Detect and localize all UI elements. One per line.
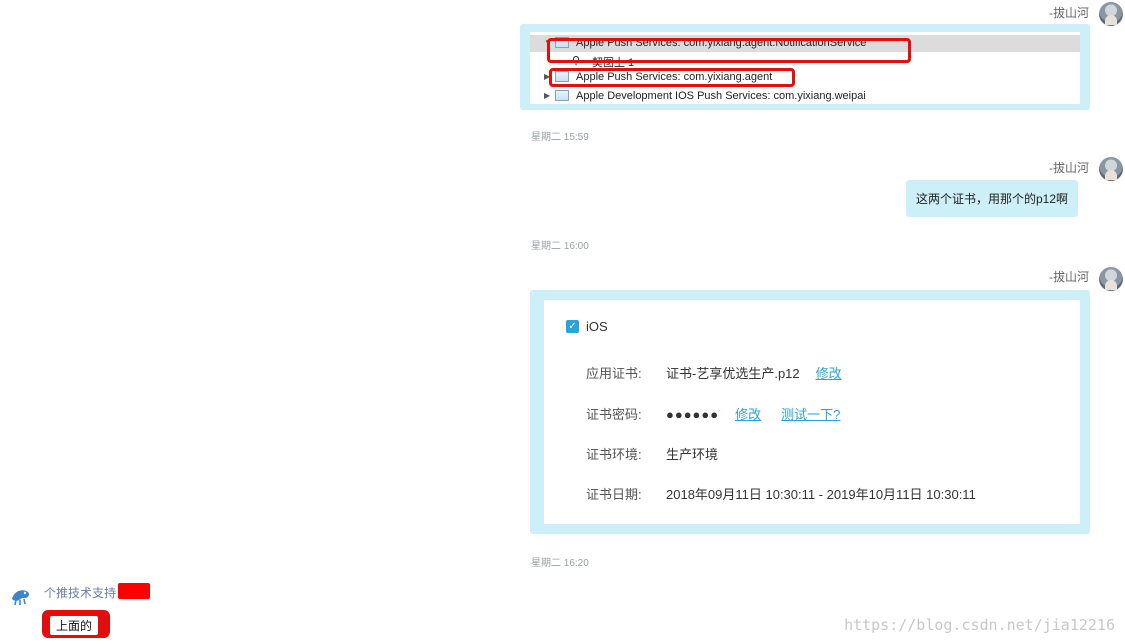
keychain-row: ▶ Apple Development IOS Push Services: c… [530,88,1080,104]
timestamp: 星期二 16:20 [531,558,589,569]
field-row-cert: 应用证书: 证书-艺享优选生产.p12 修改 [586,363,842,382]
field-value: 生产环境 [666,447,719,462]
keychain-row-label: Apple Development IOS Push Services: com… [576,90,866,102]
password-value: ●●●●●● [666,407,720,422]
sender-name: -拔山河 [1049,161,1089,175]
chat-window: -拔山河 ▼ Apple Push Services: com.yixiang.… [0,0,1125,644]
platform-label: iOS [586,319,608,334]
timestamp: 星期二 15:59 [531,132,589,143]
field-row-date: 证书日期: 2018年09月11日 10:30:11 - 2019年10月11日 … [586,484,976,503]
watermark: https://blog.csdn.net/jia12216 [844,616,1115,634]
field-label: 证书环境: [586,447,642,462]
ios-config-card: ✓ iOS 应用证书: 证书-艺享优选生产.p12 修改 证书密码: ●●●●●● 修改… [544,300,1080,524]
field-value: 2018年09月11日 10:30:11 - 2019年10月11日 10:30… [666,487,976,502]
field-label: 证书密码: [586,407,642,422]
field-row-password: 证书密码: ●●●●●● 修改 测试一下? [586,404,840,423]
field-label: 证书日期: [586,487,642,502]
checkmark-icon[interactable]: ✓ [566,320,579,333]
redaction-mark [118,583,150,599]
keychain-screenshot: ▼ Apple Push Services: com.yixiang.agent… [530,32,1080,104]
test-link[interactable]: 测试一下? [781,407,840,422]
text-message-bubble[interactable]: 这两个证书，用那个的p12啊 [906,180,1079,217]
field-value: 证书-艺享优选生产.p12 [666,366,800,381]
incoming-message-text: 上面的 [50,616,99,635]
user-avatar[interactable] [1099,2,1123,26]
edit-link[interactable]: 修改 [816,366,842,381]
field-label: 应用证书: [586,366,642,381]
image-message-bubble[interactable]: ✓ iOS 应用证书: 证书-艺享优选生产.p12 修改 证书密码: ●●●●●● 修改… [530,290,1090,534]
image-message-bubble[interactable]: ▼ Apple Push Services: com.yixiang.agent… [520,24,1090,110]
sender-name: -拔山河 [1049,6,1089,20]
highlight-box [549,68,795,87]
incoming-message-bubble[interactable]: 上面的 [42,610,110,638]
user-avatar[interactable] [1099,157,1123,181]
field-row-env: 证书环境: 生产环境 [586,444,718,463]
incoming-sender-name: 个推技术支持 [44,586,117,600]
disclosure-closed-icon: ▶ [544,91,551,100]
highlight-box [547,38,911,63]
edit-link[interactable]: 修改 [735,407,761,422]
certificate-icon [555,90,569,101]
user-avatar[interactable] [1099,267,1123,291]
sender-name: -拔山河 [1049,270,1089,284]
timestamp: 星期二 16:00 [531,241,589,252]
bird-avatar[interactable] [8,583,34,609]
